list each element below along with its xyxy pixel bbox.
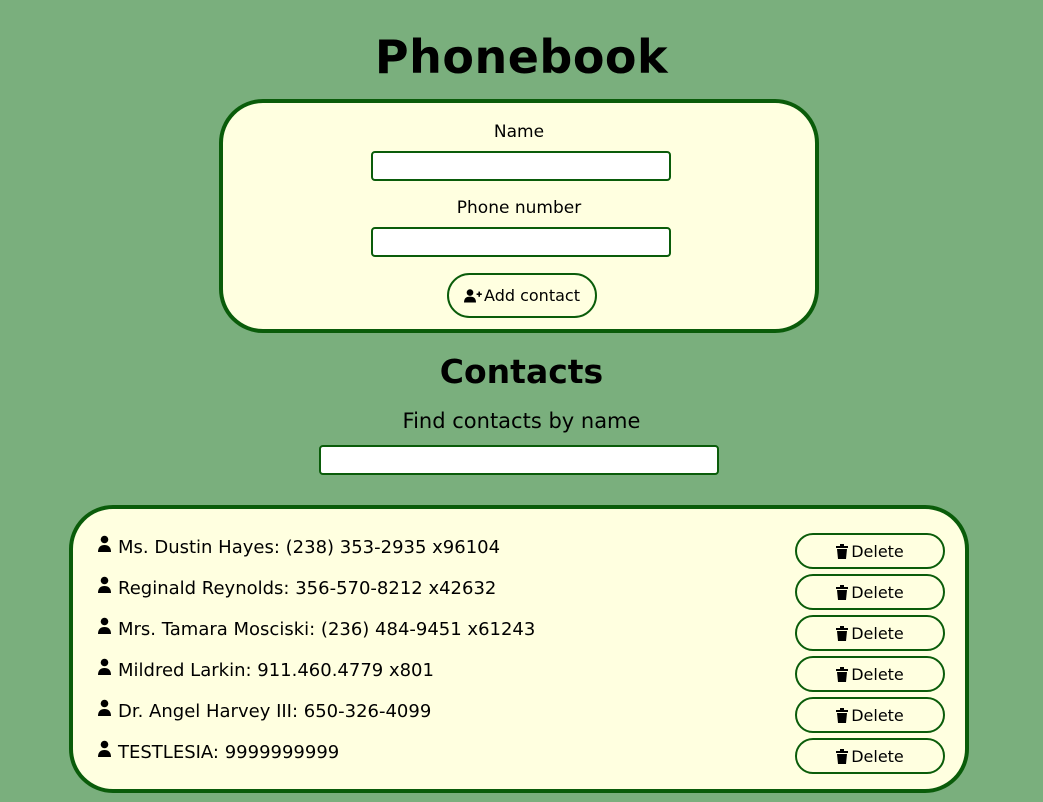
add-contact-button[interactable]: Add contact [447, 273, 597, 318]
contact-list: Ms. Dustin Hayes: (238) 353-2935 x96104 … [69, 505, 969, 793]
user-icon [98, 617, 111, 634]
list-item: TESTLESIA: 9999999999 Delete [73, 734, 965, 775]
user-icon [98, 576, 111, 593]
contact-text: Reginald Reynolds: 356-570-8212 x42632 [118, 577, 497, 599]
trash-icon [836, 584, 849, 600]
trash-icon [836, 625, 849, 641]
delete-label: Delete [851, 582, 904, 602]
trash-icon [836, 707, 849, 723]
phone-label: Phone number [456, 198, 582, 218]
trash-icon [836, 543, 849, 559]
list-item: Mrs. Tamara Mosciski: (236) 484-9451 x61… [73, 611, 965, 652]
phone-input[interactable] [371, 227, 671, 257]
list-item: Ms. Dustin Hayes: (238) 353-2935 x96104 … [73, 529, 965, 570]
user-icon [98, 740, 111, 757]
list-item: Reginald Reynolds: 356-570-8212 x42632 D… [73, 570, 965, 611]
name-input[interactable] [371, 151, 671, 181]
contact-text: TESTLESIA: 9999999999 [118, 741, 340, 763]
delete-button[interactable]: Delete [795, 533, 945, 569]
trash-icon [836, 748, 849, 764]
delete-label: Delete [851, 705, 904, 725]
contacts-title: Contacts [439, 352, 604, 391]
contact-text: Mrs. Tamara Mosciski: (236) 484-9451 x61… [118, 618, 536, 640]
delete-label: Delete [851, 541, 904, 561]
user-icon [98, 658, 111, 675]
user-icon [98, 535, 111, 552]
user-icon [98, 699, 111, 716]
delete-label: Delete [851, 623, 904, 643]
add-contact-form: Name Phone number Add contact [219, 99, 819, 333]
trash-icon [836, 666, 849, 682]
contact-text: Mildred Larkin: 911.460.4779 x801 [118, 659, 434, 681]
filter-label: Find contacts by name [402, 409, 641, 433]
delete-button[interactable]: Delete [795, 697, 945, 733]
user-plus-icon [464, 288, 482, 302]
delete-label: Delete [851, 664, 904, 684]
name-label: Name [493, 122, 545, 142]
contact-text: Dr. Angel Harvey III: 650-326-4099 [118, 700, 432, 722]
delete-button[interactable]: Delete [795, 574, 945, 610]
list-item: Mildred Larkin: 911.460.4779 x801 Delete [73, 652, 965, 693]
page-title: Phonebook [374, 30, 669, 84]
add-contact-label: Add contact [484, 286, 580, 305]
delete-button[interactable]: Delete [795, 738, 945, 774]
delete-button[interactable]: Delete [795, 656, 945, 692]
delete-label: Delete [851, 746, 904, 766]
filter-input[interactable] [319, 445, 719, 475]
contact-text: Ms. Dustin Hayes: (238) 353-2935 x96104 [118, 536, 501, 558]
list-item: Dr. Angel Harvey III: 650-326-4099 Delet… [73, 693, 965, 734]
delete-button[interactable]: Delete [795, 615, 945, 651]
